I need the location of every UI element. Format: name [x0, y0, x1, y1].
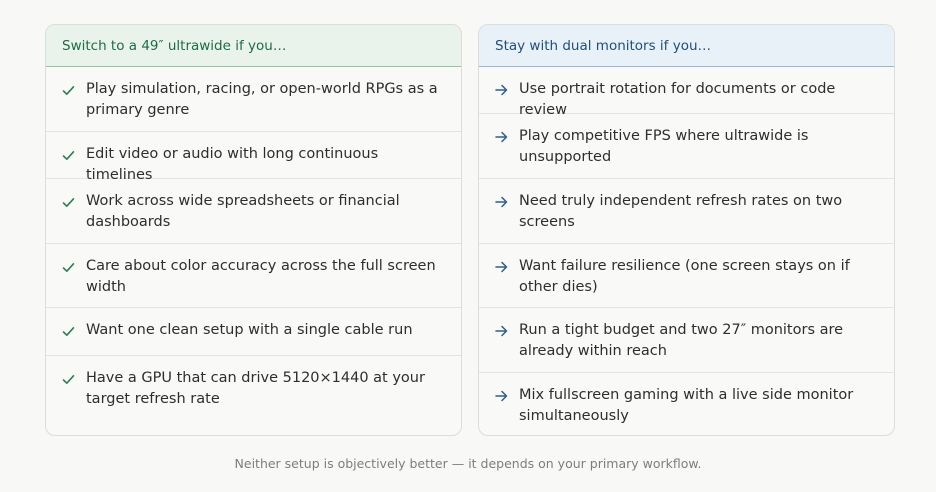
list-item-text: Run a tight budget and two 27″ monitors …: [519, 322, 844, 359]
arrow-right-icon: [495, 80, 519, 100]
list-item-text: Work across wide spreadsheets or financi…: [86, 193, 400, 230]
list-item: Need truly independent refresh rates on …: [479, 179, 894, 244]
dual-monitor-card-title: Stay with dual monitors if you…: [479, 25, 894, 67]
check-icon: [62, 257, 86, 277]
check-icon: [62, 321, 86, 341]
list-item: Care about color accuracy across the ful…: [46, 244, 461, 308]
list-item-text: Mix fullscreen gaming with a live side m…: [519, 387, 854, 424]
list-item: Work across wide spreadsheets or financi…: [46, 179, 461, 244]
list-item: Use portrait rotation for documents or c…: [479, 67, 894, 118]
check-icon: [62, 192, 86, 212]
arrow-right-icon: [495, 321, 519, 341]
list-item: Play simulation, racing, or open-world R…: [46, 67, 461, 132]
ultrawide-card-title: Switch to a 49″ ultrawide if you…: [46, 25, 461, 67]
list-item: Edit video or audio with long continuous…: [46, 132, 461, 183]
list-item-text: Play competitive FPS where ultrawide is …: [519, 128, 809, 165]
list-item-text: Use portrait rotation for documents or c…: [519, 81, 836, 118]
list-item-text: Care about color accuracy across the ful…: [86, 258, 436, 295]
arrow-right-icon: [495, 257, 519, 277]
arrow-right-icon: [495, 386, 519, 406]
check-icon: [62, 369, 86, 389]
list-item-text: Play simulation, racing, or open-world R…: [86, 81, 438, 118]
list-item: Have a GPU that can drive 5120×1440 at y…: [46, 356, 461, 420]
check-icon: [62, 80, 86, 100]
list-item-text: Want failure resilience (one screen stay…: [519, 258, 850, 295]
list-item: Play competitive FPS where ultrawide is …: [479, 114, 894, 179]
list-item-text: Have a GPU that can drive 5120×1440 at y…: [86, 370, 425, 407]
list-item: Want failure resilience (one screen stay…: [479, 244, 894, 308]
arrow-right-icon: [495, 127, 519, 147]
list-item-text: Want one clean setup with a single cable…: [86, 322, 413, 338]
list-item: Mix fullscreen gaming with a live side m…: [479, 373, 894, 435]
footer-note: Neither setup is objectively better — it…: [234, 456, 702, 471]
list-item: Run a tight budget and two 27″ monitors …: [479, 308, 894, 373]
arrow-right-icon: [495, 192, 519, 212]
check-icon: [62, 145, 86, 165]
list-item-text: Edit video or audio with long continuous…: [86, 146, 379, 183]
list-item-text: Need truly independent refresh rates on …: [519, 193, 843, 230]
comparison-page: Switch to a 49″ ultrawide if you… Play s…: [0, 0, 936, 492]
ultrawide-card: Switch to a 49″ ultrawide if you… Play s…: [45, 24, 462, 436]
dual-monitor-card: Stay with dual monitors if you… Use port…: [478, 24, 895, 436]
list-item: Want one clean setup with a single cable…: [46, 308, 461, 356]
